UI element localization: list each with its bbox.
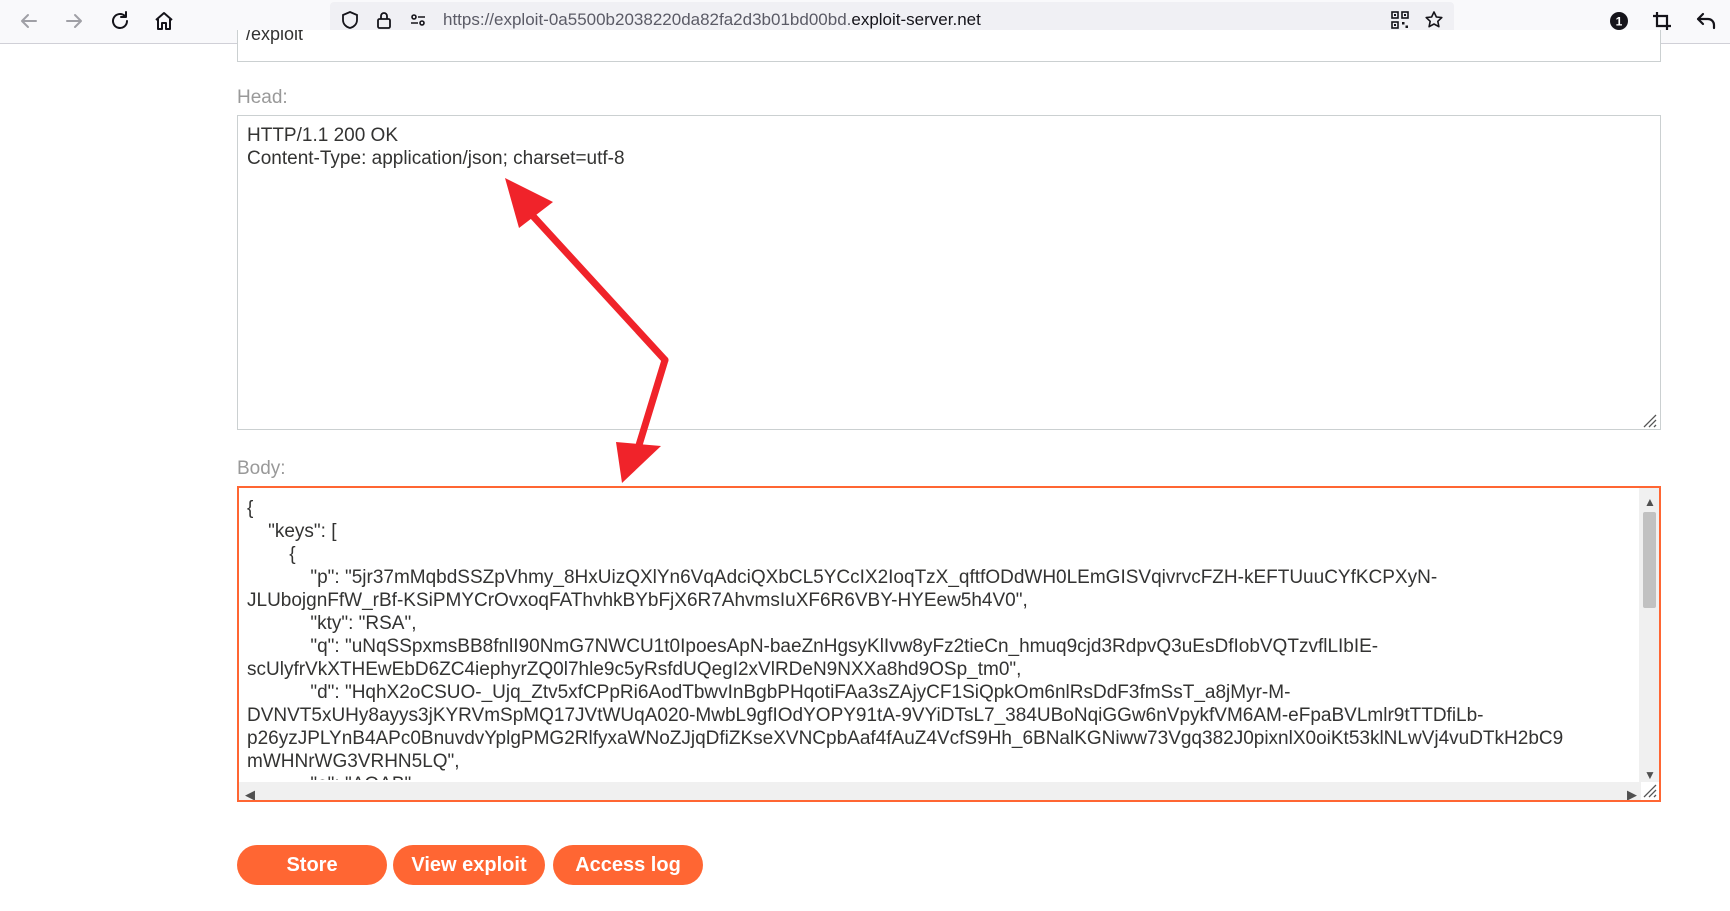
body-line: scUlyfrVkXTHEwEbD6ZC4iephyrZQ0l7hle9c5yR… bbox=[247, 659, 1022, 680]
head-textarea[interactable]: HTTP/1.1 200 OK Content-Type: applicatio… bbox=[237, 115, 1661, 430]
url-prefix: https://exploit-0a5500b2038220da82fa2d3b… bbox=[443, 10, 852, 29]
body-line: "kty": "RSA", bbox=[247, 613, 417, 634]
scroll-right-arrow-icon[interactable]: ▶ bbox=[1627, 783, 1637, 800]
scroll-up-arrow-icon[interactable]: ▲ bbox=[1644, 491, 1656, 514]
body-line: "p": "5jr37mMqbdSSZpVhmy_8HxUizQXlYn6VqA… bbox=[247, 567, 1438, 588]
star-icon[interactable] bbox=[1422, 8, 1446, 32]
shield-icon[interactable] bbox=[338, 8, 362, 32]
back-arrow-icon[interactable] bbox=[12, 4, 46, 38]
url-text[interactable]: https://exploit-0a5500b2038220da82fa2d3b… bbox=[443, 10, 981, 30]
body-label: Body: bbox=[237, 458, 286, 479]
permissions-icon[interactable] bbox=[406, 8, 430, 32]
reload-icon[interactable] bbox=[103, 4, 137, 38]
body-line: "keys": [ bbox=[247, 521, 337, 542]
access-log-button[interactable]: Access log bbox=[553, 845, 703, 885]
body-line: "d": "HqhX2oCSUO-_Ujq_Ztv5xfCPpRi6AodTbw… bbox=[247, 682, 1291, 703]
lock-icon[interactable] bbox=[372, 8, 396, 32]
head-resize-grip[interactable] bbox=[1640, 411, 1658, 429]
body-line: JLUbojgnFfW_rBf-KSiPMYCrOvxoqFAThvhkBYbF… bbox=[247, 590, 1028, 611]
body-line: DVNVT5xUHy8ayys3jKYRVmSpMQ17JVtWUqA020-M… bbox=[247, 705, 1484, 726]
store-button[interactable]: Store bbox=[237, 845, 387, 885]
body-line: p26yzJPLYnB4APc0BnuvdvYplgPMG2RlfyxaWNoZ… bbox=[247, 728, 1564, 749]
undo-icon[interactable] bbox=[1689, 4, 1723, 38]
body-resize-grip[interactable] bbox=[1641, 782, 1657, 798]
body-line: { bbox=[247, 498, 254, 519]
file-input-value: /exploit bbox=[246, 30, 304, 44]
head-label: Head: bbox=[237, 87, 288, 108]
file-input[interactable]: /exploit bbox=[237, 30, 1661, 62]
forward-arrow-icon[interactable] bbox=[57, 4, 91, 38]
view-exploit-button[interactable]: View exploit bbox=[393, 845, 545, 885]
body-line: { bbox=[247, 544, 296, 565]
qr-code-icon[interactable] bbox=[1388, 8, 1412, 32]
scrollbar-thumb[interactable] bbox=[1643, 512, 1656, 608]
scroll-left-arrow-icon[interactable]: ◀ bbox=[245, 783, 255, 800]
horizontal-scrollbar[interactable]: ◀ ▶ bbox=[239, 782, 1641, 800]
url-domain: exploit-server.net bbox=[851, 10, 981, 29]
body-line: mWHNrWG3VRHN5LQ", bbox=[247, 751, 460, 772]
body-textarea[interactable]: { "keys": [ { "p": "5jr37mMqbdSSZpVhmy_8… bbox=[237, 486, 1661, 802]
body-text: { "keys": [ { "p": "5jr37mMqbdSSZpVhmy_8… bbox=[247, 497, 1659, 780]
body-line: "e": "AQAB", bbox=[247, 773, 1659, 780]
home-icon[interactable] bbox=[147, 4, 181, 38]
vertical-scrollbar[interactable]: ▲ ▼ bbox=[1639, 488, 1659, 782]
body-line: "q": "uNqSSpxmsBB8fnlI90NmG7NWCU1t0Ipoes… bbox=[247, 636, 1379, 657]
notification-count: 1 bbox=[1616, 15, 1623, 29]
